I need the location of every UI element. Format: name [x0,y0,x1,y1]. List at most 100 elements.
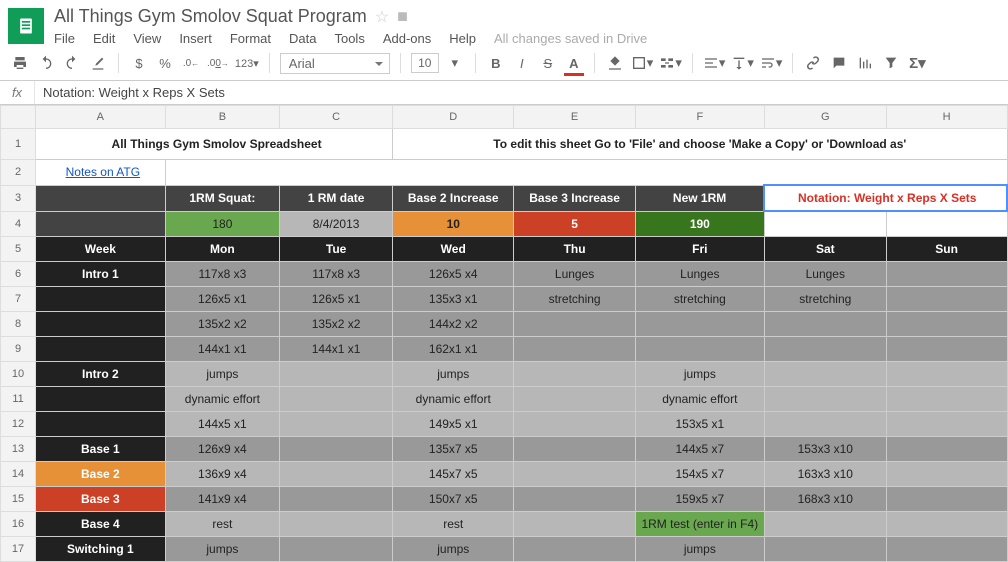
cell[interactable] [886,537,1007,562]
cell-subtitle[interactable]: To edit this sheet Go to 'File' and choo… [393,129,1007,160]
cell[interactable]: 135x3 x1 [393,287,514,312]
row-12[interactable]: 12 [1,412,36,437]
text-color-button[interactable]: A [564,52,584,74]
cell[interactable]: 1RM test (enter in F4) [635,512,764,537]
cell[interactable]: 150x7 x5 [393,487,514,512]
cell[interactable] [514,437,635,462]
cell[interactable]: 144x1 x1 [280,337,393,362]
menu-format[interactable]: Format [230,31,271,46]
cell[interactable]: 162x1 x1 [393,337,514,362]
cell[interactable]: 135x2 x2 [165,312,280,337]
row-4[interactable]: 4 [1,211,36,237]
cell[interactable]: 153x5 x1 [635,412,764,437]
menu-data[interactable]: Data [289,31,316,46]
row-7[interactable]: 7 [1,287,36,312]
cell[interactable]: Base 3 Increase [514,185,635,211]
cell[interactable]: 126x5 x1 [165,287,280,312]
cell[interactable] [280,537,393,562]
halign-icon[interactable]: ▾ [703,52,726,74]
dec-decimal-button[interactable]: .0← [181,52,201,74]
cell[interactable] [280,412,393,437]
comment-icon[interactable] [829,52,849,74]
cell[interactable]: stretching [514,287,635,312]
cell[interactable]: Intro 1 [36,262,166,287]
cell[interactable] [635,337,764,362]
cell[interactable] [886,287,1007,312]
menu-tools[interactable]: Tools [334,31,364,46]
cell[interactable] [514,512,635,537]
cell[interactable] [514,387,635,412]
cell[interactable]: dynamic effort [635,387,764,412]
spreadsheet-grid[interactable]: A B C D E F G H 1 All Things Gym Smolov … [0,105,1008,562]
cell[interactable] [886,462,1007,487]
cell[interactable]: 117x8 x3 [280,262,393,287]
cell[interactable]: jumps [165,362,280,387]
cell[interactable]: 144x2 x2 [393,312,514,337]
cell[interactable]: rest [393,512,514,537]
cell[interactable]: Switching 1 [36,537,166,562]
cell[interactable]: dynamic effort [393,387,514,412]
row-3[interactable]: 3 [1,185,36,211]
cell[interactable]: Sat [764,237,886,262]
cell[interactable]: 136x9 x4 [165,462,280,487]
cell[interactable]: 153x3 x10 [764,437,886,462]
cell[interactable] [764,211,886,237]
cell[interactable] [280,437,393,462]
cell[interactable]: 154x5 x7 [635,462,764,487]
cell[interactable] [36,387,166,412]
cell[interactable] [635,312,764,337]
cell[interactable]: Base 3 [36,487,166,512]
cell[interactable] [886,412,1007,437]
cell[interactable]: 126x5 x1 [280,287,393,312]
cell[interactable] [280,512,393,537]
percent-button[interactable]: % [155,52,175,74]
cell[interactable] [886,312,1007,337]
inc-decimal-button[interactable]: .00→ [207,52,229,74]
cell[interactable]: jumps [635,362,764,387]
print-icon[interactable] [10,52,30,74]
cell-title[interactable]: All Things Gym Smolov Spreadsheet [36,129,393,160]
cell[interactable]: New 1RM [635,185,764,211]
select-all-corner[interactable] [1,106,36,129]
row-17[interactable]: 17 [1,537,36,562]
cell[interactable] [36,287,166,312]
font-size-input[interactable]: 10 [411,53,439,73]
strike-button[interactable]: S [538,52,558,74]
cell[interactable] [36,412,166,437]
cell[interactable]: dynamic effort [165,387,280,412]
cell-notation[interactable]: Notation: Weight x Reps X Sets [764,185,1007,211]
cell[interactable]: stretching [635,287,764,312]
cell[interactable]: stretching [764,287,886,312]
cell[interactable]: Sun [886,237,1007,262]
col-F[interactable]: F [635,106,764,129]
cell[interactable] [764,512,886,537]
undo-icon[interactable] [36,52,56,74]
cell[interactable] [514,462,635,487]
cell[interactable]: 135x2 x2 [280,312,393,337]
cell[interactable]: Fri [635,237,764,262]
cell[interactable]: 8/4/2013 [280,211,393,237]
cell[interactable]: Week [36,237,166,262]
cell[interactable] [886,362,1007,387]
row-15[interactable]: 15 [1,487,36,512]
cell[interactable] [514,362,635,387]
cell[interactable]: Tue [280,237,393,262]
cell[interactable] [514,337,635,362]
cell[interactable]: 180 [165,211,280,237]
cell[interactable]: Thu [514,237,635,262]
cell[interactable] [36,312,166,337]
cell[interactable]: 135x7 x5 [393,437,514,462]
number-format-button[interactable]: 123▾ [235,52,259,74]
row-10[interactable]: 10 [1,362,36,387]
row-2[interactable]: 2 [1,160,36,186]
cell[interactable] [764,362,886,387]
cell[interactable]: jumps [393,537,514,562]
wrap-icon[interactable]: ▾ [760,52,783,74]
valign-icon[interactable]: ▾ [731,52,754,74]
cell[interactable] [764,387,886,412]
cell[interactable] [886,437,1007,462]
col-D[interactable]: D [393,106,514,129]
cell[interactable]: Intro 2 [36,362,166,387]
row-16[interactable]: 16 [1,512,36,537]
cell[interactable]: 1 RM date [280,185,393,211]
